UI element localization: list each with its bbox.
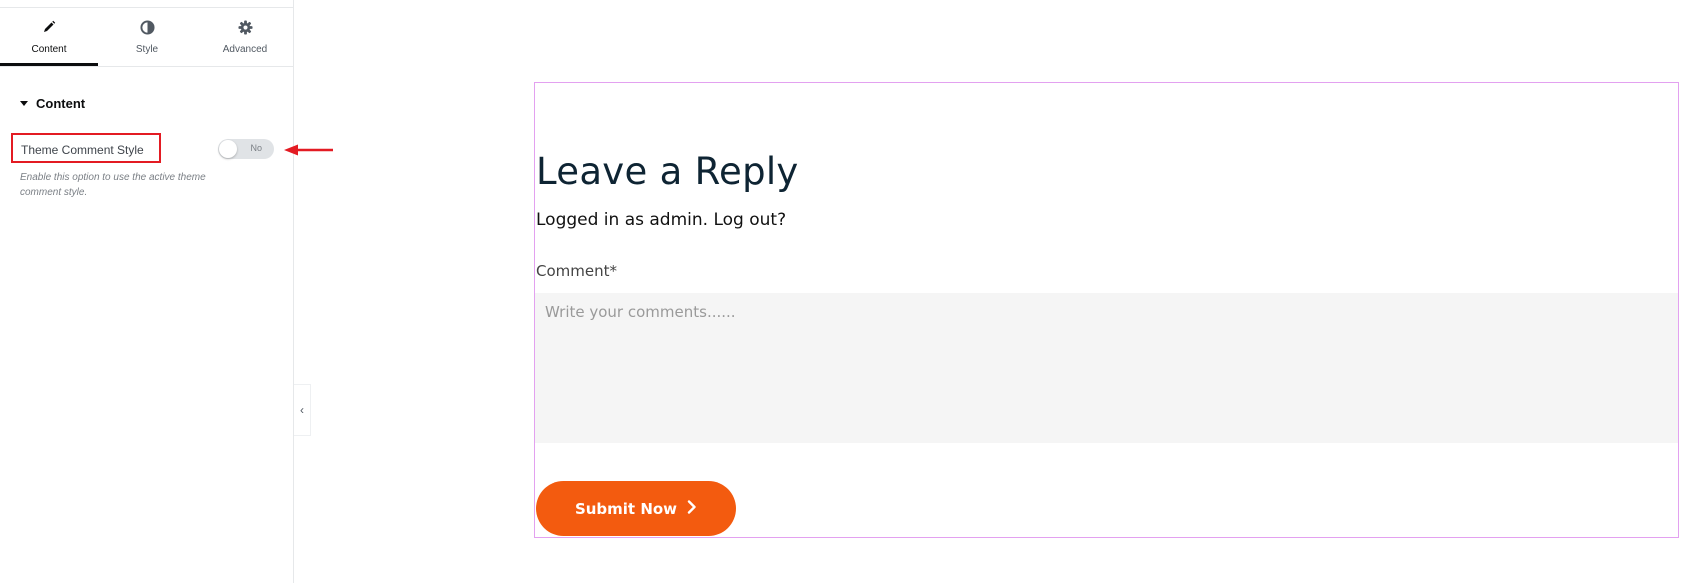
reply-heading: Leave a Reply: [536, 150, 799, 193]
tab-advanced[interactable]: Advanced: [196, 8, 294, 66]
pencil-icon: [0, 20, 98, 36]
half-circle-icon: [98, 20, 196, 36]
theme-comment-style-toggle[interactable]: No: [218, 139, 274, 159]
chevron-left-icon: ‹: [300, 403, 304, 417]
tab-label: Style: [135, 44, 159, 55]
comment-label: Comment*: [536, 262, 617, 280]
tab-style[interactable]: Style: [98, 8, 196, 66]
logout-link[interactable]: Log out?: [713, 210, 786, 230]
tab-label: Advanced: [222, 44, 268, 55]
panel-tabs: Content Style Advanced: [0, 8, 294, 67]
editor-panel: Content Style Advanced Content Theme Com…: [0, 0, 294, 583]
chevron-right-icon: [687, 499, 697, 518]
control-help-text: Enable this option to use the active the…: [20, 172, 206, 198]
section-toggle-content[interactable]: Content: [20, 96, 85, 111]
logged-in-line: Logged in as admin. Log out?: [536, 210, 786, 230]
submit-label: Submit Now: [574, 499, 678, 518]
logged-in-text: Logged in as admin.: [536, 210, 709, 230]
tab-content[interactable]: Content: [0, 8, 98, 66]
annotation-arrow-icon: [284, 144, 333, 156]
theme-comment-style-label: Theme Comment Style: [11, 133, 161, 163]
gear-icon: [196, 20, 294, 36]
submit-button[interactable]: Submit Now: [536, 481, 736, 536]
caret-down-icon: [20, 101, 28, 106]
toggle-knob: [219, 140, 237, 158]
toggle-state-text: No: [250, 143, 262, 153]
comment-textarea[interactable]: [535, 293, 1678, 443]
tab-label: Content: [31, 44, 67, 55]
section-title: Content: [36, 96, 86, 111]
panel-collapse-button[interactable]: ‹: [294, 384, 311, 436]
